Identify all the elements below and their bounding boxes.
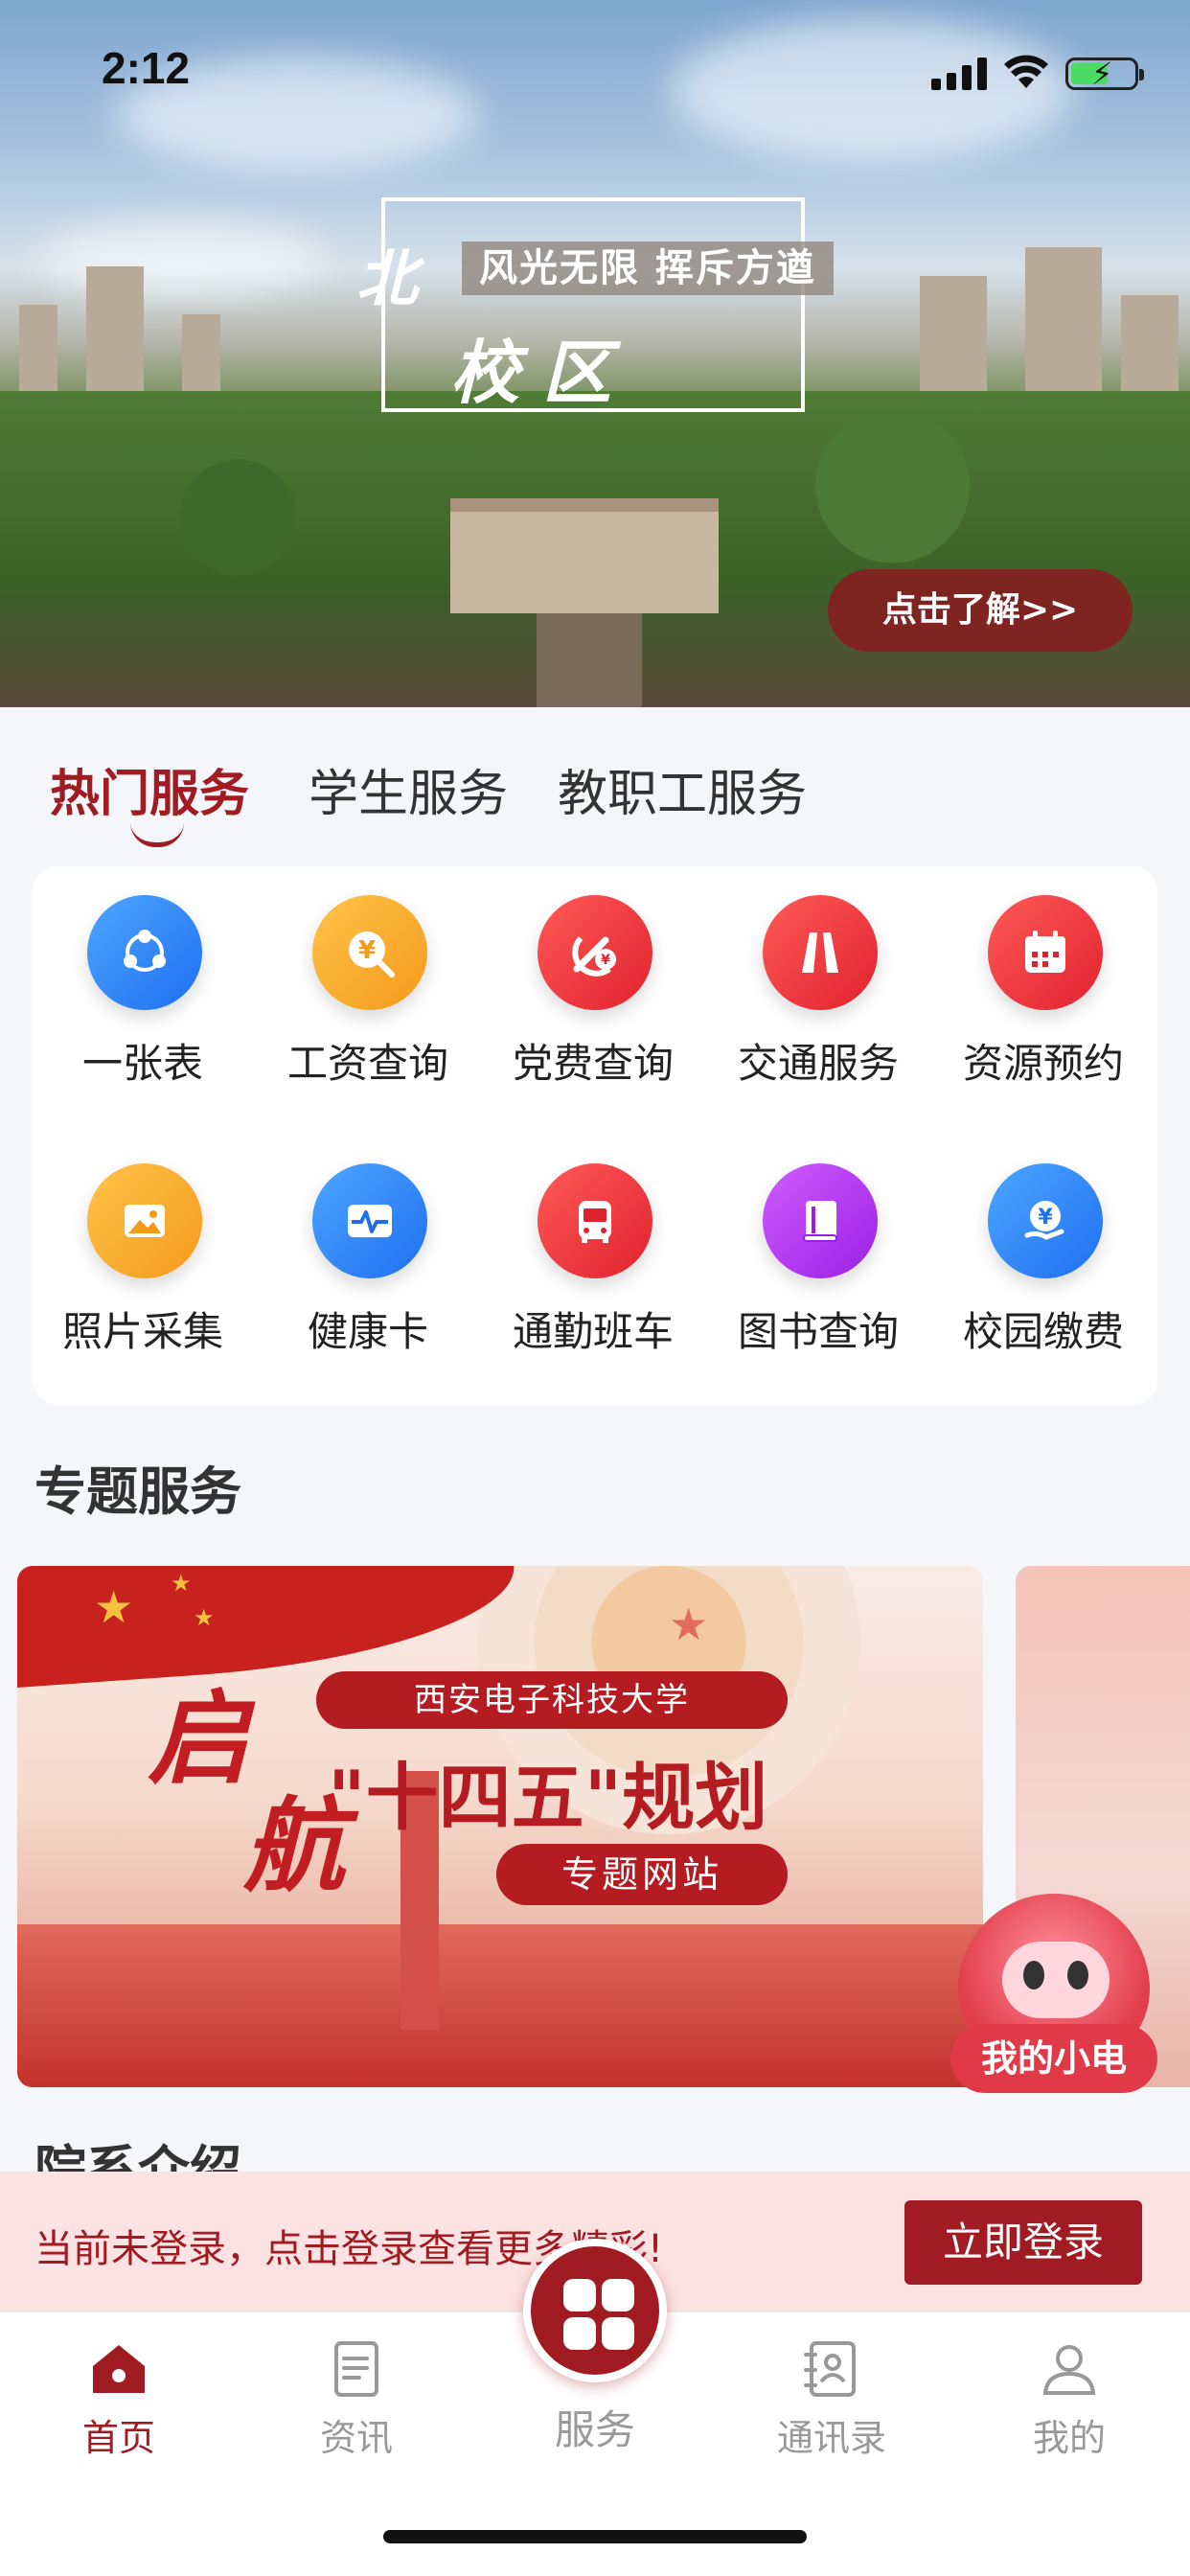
calendar-icon xyxy=(988,895,1103,1010)
tab-active-indicator xyxy=(130,822,184,847)
contacts-icon xyxy=(804,2341,856,2397)
service-item-photo[interactable]: 照片采集 xyxy=(37,1135,248,1355)
nav-label: 我的 xyxy=(1032,2417,1106,2459)
nav-home[interactable]: 首页 xyxy=(23,2335,215,2461)
tab-staff-services[interactable]: 教职工服务 xyxy=(558,753,807,825)
service-label: 党费查询 xyxy=(512,1040,674,1087)
hero-title-part1: 北 xyxy=(356,243,418,315)
star-icon: ★ xyxy=(194,1604,215,1631)
mascot-eye xyxy=(1067,1961,1088,1990)
road-icon xyxy=(763,895,878,1010)
service-label: 图书查询 xyxy=(737,1308,899,1355)
charging-bolt-icon: ⚡ xyxy=(1091,56,1113,92)
mascot-eye xyxy=(1023,1961,1044,1990)
svg-text:¥: ¥ xyxy=(601,953,610,968)
service-item-shuttle[interactable]: 通勤班车 xyxy=(488,1135,698,1355)
learn-more-button[interactable]: 点击了解>> xyxy=(828,569,1133,652)
service-label: 通勤班车 xyxy=(512,1308,674,1355)
banner-subtitle: 专题网站 xyxy=(496,1844,788,1905)
services-grid: 一张表 ¥ 工资查询 ¥ 党费查询 交通服务 资源预约 照片采集 健康卡 通勤班… xyxy=(33,866,1157,1405)
login-button[interactable]: 立即登录 xyxy=(904,2200,1142,2285)
battery-icon: ⚡ xyxy=(1065,56,1144,92)
hero-main-building xyxy=(450,498,719,613)
banner-hills xyxy=(17,1924,983,2087)
news-icon xyxy=(334,2341,378,2397)
service-item-payment[interactable]: ¥ 校园缴费 xyxy=(938,1135,1149,1355)
service-item-library[interactable]: 图书查询 xyxy=(713,1135,924,1355)
star-icon: ★ xyxy=(171,1570,192,1597)
service-item-booking[interactable]: 资源预约 xyxy=(938,866,1149,1087)
assistant-mascot-button[interactable]: 我的小电 xyxy=(950,1894,1157,2101)
nav-label: 资讯 xyxy=(319,2417,393,2459)
yuan-search-icon: ¥ xyxy=(312,895,427,1010)
tab-student-services[interactable]: 学生服务 xyxy=(309,753,508,825)
tab-hot-services[interactable]: 热门服务 xyxy=(50,753,249,825)
grid-icon xyxy=(602,2317,634,2350)
mascot-label: 我的小电 xyxy=(950,2024,1157,2093)
service-item-form[interactable]: 一张表 xyxy=(37,866,248,1087)
grid-icon xyxy=(563,2279,596,2312)
profile-icon xyxy=(1042,2345,1096,2395)
banner-headline: "十四五"规划 xyxy=(328,1755,768,1840)
hero-cloud xyxy=(38,220,326,297)
health-pulse-icon xyxy=(312,1163,427,1278)
star-icon: ★ xyxy=(669,1598,709,1650)
hero-plaza xyxy=(537,613,642,707)
banner-calligraphy-1: 启 xyxy=(148,1678,249,1798)
service-label: 资源预约 xyxy=(962,1040,1124,1087)
hero-title-part2: 校区 xyxy=(450,332,635,413)
status-bar: 2:12 ⚡ xyxy=(0,0,1190,144)
service-item-health-card[interactable]: 健康卡 xyxy=(263,1135,473,1355)
nav-label: 首页 xyxy=(81,2417,155,2459)
service-label: 校园缴费 xyxy=(962,1308,1124,1355)
yuan-hand-icon: ¥ xyxy=(988,1163,1103,1278)
bus-icon xyxy=(538,1163,652,1278)
svg-text:¥: ¥ xyxy=(1038,1206,1053,1230)
banner-university: 西安电子科技大学 xyxy=(316,1671,788,1729)
five-year-plan-banner[interactable]: ★ ★ ★ ★ 启 航 西安电子科技大学 "十四五"规划 专题网站 xyxy=(17,1566,983,2087)
service-label: 健康卡 xyxy=(307,1308,428,1355)
image-icon xyxy=(87,1163,202,1278)
hero-slogan: 风光无限 挥斥方遒 xyxy=(462,242,834,295)
service-label: 照片采集 xyxy=(61,1308,223,1355)
wifi-icon xyxy=(1004,55,1048,88)
mascot-face xyxy=(1002,1942,1110,2018)
grid-icon xyxy=(563,2317,596,2350)
nav-contacts[interactable]: 通讯录 xyxy=(736,2335,927,2461)
nav-profile[interactable]: 我的 xyxy=(973,2335,1165,2461)
cellular-signal-icon xyxy=(931,58,989,90)
home-icon xyxy=(93,2345,145,2393)
star-icon: ★ xyxy=(94,1581,134,1633)
nav-services-label: 服务 xyxy=(554,2406,635,2453)
service-item-party-fee[interactable]: ¥ 党费查询 xyxy=(488,866,698,1087)
book-icon xyxy=(763,1163,878,1278)
departments-title: 院系介绍 xyxy=(34,2140,241,2172)
special-services-title: 专题服务 xyxy=(34,1461,241,1522)
service-label: 一张表 xyxy=(81,1040,203,1087)
nav-label: 通讯录 xyxy=(776,2417,886,2459)
share-nodes-icon xyxy=(87,895,202,1010)
service-item-salary[interactable]: ¥ 工资查询 xyxy=(263,866,473,1087)
svg-text:¥: ¥ xyxy=(358,936,376,965)
grid-icon xyxy=(602,2279,634,2312)
service-label: 交通服务 xyxy=(737,1040,899,1087)
nav-services[interactable] xyxy=(523,2239,667,2382)
status-time: 2:12 xyxy=(102,43,191,93)
service-label: 工资查询 xyxy=(286,1040,448,1087)
home-indicator xyxy=(383,2530,807,2543)
service-item-traffic[interactable]: 交通服务 xyxy=(713,866,924,1087)
nav-news[interactable]: 资讯 xyxy=(261,2335,452,2461)
party-emblem-icon: ¥ xyxy=(538,895,652,1010)
